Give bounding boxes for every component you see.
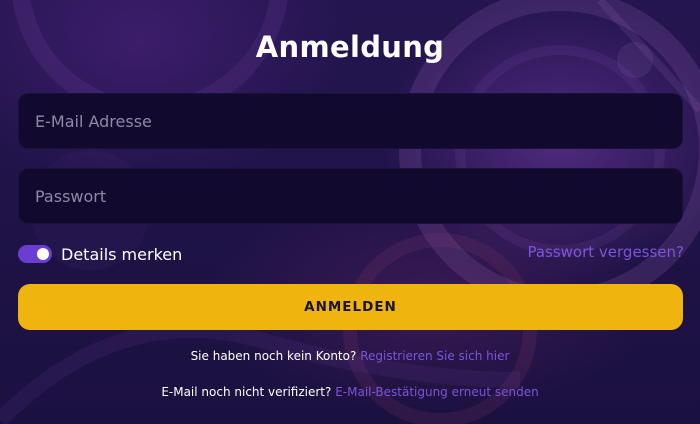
login-screen: Anmeldung Details merken Passwort verges… (0, 0, 700, 424)
forgot-password-link[interactable]: Passwort vergessen? (527, 243, 684, 261)
resend-verification-link[interactable]: E-Mail-Bestätigung erneut senden (335, 385, 538, 399)
email-field[interactable] (18, 93, 683, 149)
password-input[interactable] (19, 169, 682, 223)
register-link[interactable]: Registrieren Sie sich hier (360, 349, 509, 363)
password-field[interactable] (18, 168, 683, 224)
verify-line: E-Mail noch nicht verifiziert? E-Mail-Be… (0, 385, 700, 399)
remember-me[interactable]: Details merken (18, 242, 182, 266)
verify-prompt: E-Mail noch nicht verifiziert? (161, 385, 332, 399)
page-title: Anmeldung (255, 30, 445, 64)
register-prompt: Sie haben noch kein Konto? (190, 349, 357, 363)
remember-toggle[interactable] (18, 245, 52, 263)
login-button[interactable]: ANMELDEN (18, 284, 683, 330)
toggle-knob (37, 248, 49, 260)
register-line: Sie haben noch kein Konto? Registrieren … (0, 349, 700, 363)
email-input[interactable] (19, 94, 682, 148)
remember-label: Details merken (61, 244, 183, 264)
